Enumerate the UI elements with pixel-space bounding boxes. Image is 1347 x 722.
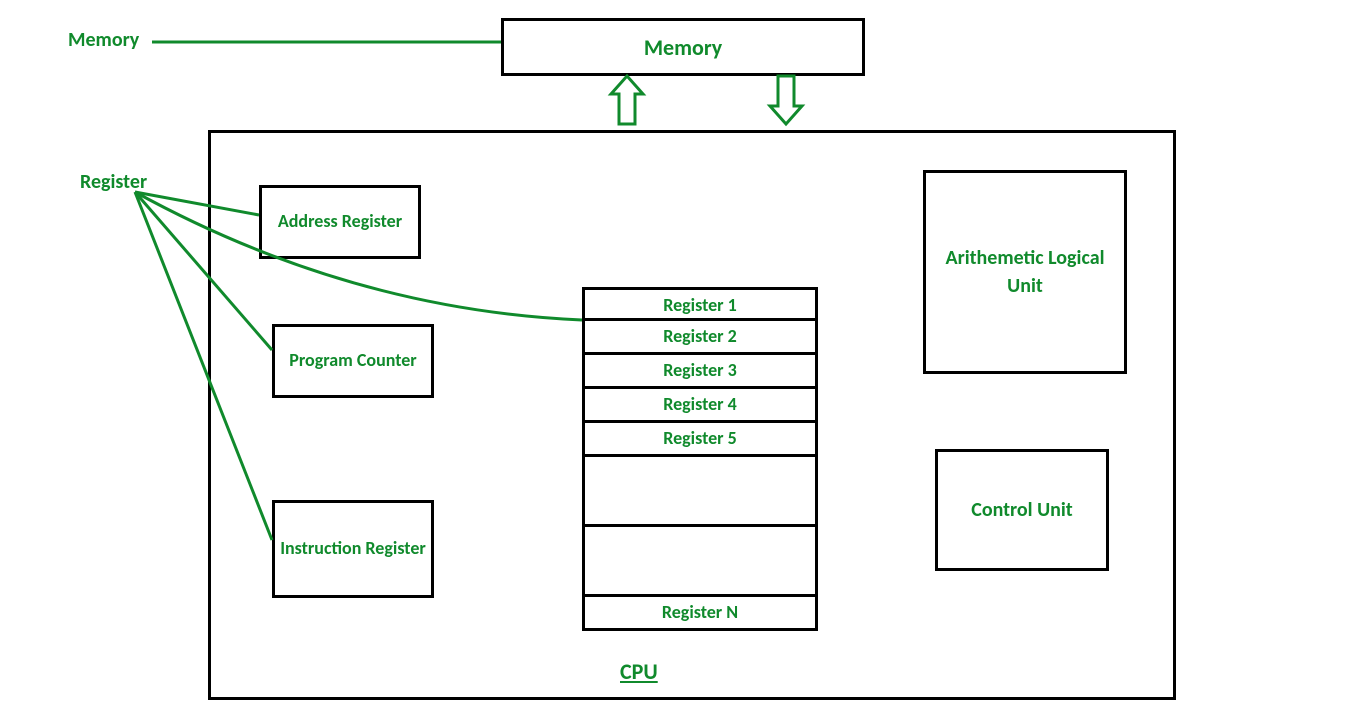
diagram-canvas: Memory Address Register Program Counter … bbox=[0, 0, 1347, 722]
instruction-register-label: Instruction Register bbox=[280, 538, 426, 560]
register-row bbox=[582, 527, 818, 597]
memory-box-label: Memory bbox=[644, 34, 722, 61]
address-register-label: Address Register bbox=[278, 211, 402, 233]
alu-box: Arithemetic Logical Unit bbox=[923, 170, 1127, 374]
register-row: Register 1 bbox=[582, 287, 818, 321]
instruction-register-box: Instruction Register bbox=[272, 500, 434, 598]
register-row: Register 4 bbox=[582, 389, 818, 423]
register-row: Register 5 bbox=[582, 423, 818, 457]
address-register-box: Address Register bbox=[259, 185, 421, 259]
alu-label: Arithemetic Logical Unit bbox=[926, 244, 1124, 300]
control-unit-box: Control Unit bbox=[935, 449, 1109, 571]
register-row: Register 3 bbox=[582, 355, 818, 389]
memory-side-label: Memory bbox=[68, 28, 139, 52]
memory-box: Memory bbox=[501, 18, 865, 76]
register-row bbox=[582, 457, 818, 527]
register-side-label: Register bbox=[80, 170, 147, 194]
register-file: Register 1 Register 2 Register 3 Registe… bbox=[582, 287, 818, 631]
register-row: Register 2 bbox=[582, 321, 818, 355]
control-unit-label: Control Unit bbox=[971, 497, 1073, 523]
program-counter-label: Program Counter bbox=[289, 350, 416, 372]
cpu-label: CPU bbox=[620, 658, 658, 685]
register-row: Register N bbox=[582, 597, 818, 631]
down-arrow-icon bbox=[770, 76, 802, 124]
program-counter-box: Program Counter bbox=[272, 324, 434, 398]
up-arrow-icon bbox=[611, 76, 643, 124]
